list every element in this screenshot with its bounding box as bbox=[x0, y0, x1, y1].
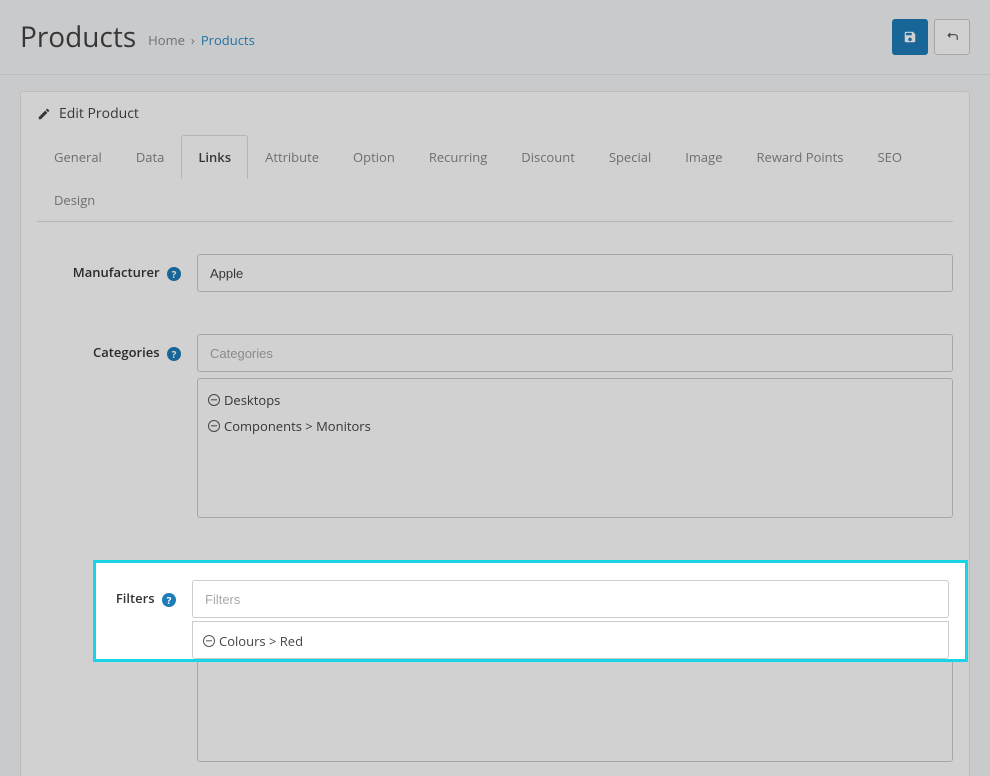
tab-links[interactable]: Links bbox=[181, 135, 248, 179]
list-item: Desktops bbox=[198, 387, 952, 413]
tab-attribute[interactable]: Attribute bbox=[248, 135, 336, 179]
save-icon bbox=[903, 30, 917, 44]
tab-data[interactable]: Data bbox=[119, 135, 182, 179]
tab-seo[interactable]: SEO bbox=[861, 135, 919, 179]
back-arrow-icon bbox=[945, 30, 959, 44]
tab-reward-points[interactable]: Reward Points bbox=[740, 135, 861, 179]
manufacturer-group: Manufacturer ? bbox=[37, 242, 953, 304]
categories-label: Categories ? bbox=[37, 334, 197, 518]
cancel-button[interactable] bbox=[934, 19, 970, 55]
remove-icon[interactable] bbox=[203, 635, 215, 647]
breadcrumb: Home › Products bbox=[148, 31, 255, 49]
panel-title: Edit Product bbox=[59, 104, 139, 123]
page-title: Products bbox=[20, 18, 136, 56]
categories-group: Categories ? Desktops Components > Monit… bbox=[37, 322, 953, 530]
tab-discount[interactable]: Discount bbox=[504, 135, 592, 179]
tab-recurring[interactable]: Recurring bbox=[412, 135, 504, 179]
tab-image[interactable]: Image bbox=[668, 135, 739, 179]
remove-icon[interactable] bbox=[208, 394, 220, 406]
page-header: Products Home › Products bbox=[0, 0, 990, 75]
help-icon[interactable]: ? bbox=[167, 347, 181, 361]
filters-label-overlay: Filters ? bbox=[96, 573, 192, 659]
breadcrumb-item-home[interactable]: Home bbox=[148, 31, 185, 49]
save-button[interactable] bbox=[892, 19, 928, 55]
filters-well-overlay: Colours > Red bbox=[192, 621, 949, 659]
help-icon[interactable]: ? bbox=[167, 267, 181, 281]
edit-product-panel: Edit Product General Data Links Attribut… bbox=[20, 91, 970, 776]
categories-input[interactable] bbox=[197, 334, 953, 372]
panel-body: General Data Links Attribute Option Recu… bbox=[21, 135, 969, 776]
list-item: Components > Monitors bbox=[198, 413, 952, 439]
category-item-label: Components > Monitors bbox=[224, 417, 371, 435]
tab-design[interactable]: Design bbox=[37, 178, 112, 222]
tab-special[interactable]: Special bbox=[592, 135, 668, 179]
remove-icon[interactable] bbox=[208, 420, 220, 432]
category-item-label: Desktops bbox=[224, 391, 280, 409]
filter-item-label: Colours > Red bbox=[219, 632, 303, 650]
list-item: Colours > Red bbox=[193, 628, 948, 654]
tab-general[interactable]: General bbox=[37, 135, 119, 179]
manufacturer-label: Manufacturer ? bbox=[37, 254, 197, 292]
categories-well: Desktops Components > Monitors bbox=[197, 378, 953, 518]
header-actions bbox=[892, 19, 970, 55]
manufacturer-input[interactable] bbox=[197, 254, 953, 292]
tab-option[interactable]: Option bbox=[336, 135, 412, 179]
filters-input-overlay[interactable] bbox=[192, 580, 949, 618]
panel-heading: Edit Product bbox=[21, 92, 969, 135]
pencil-icon bbox=[37, 107, 51, 121]
breadcrumb-item-products[interactable]: Products bbox=[201, 31, 255, 49]
filters-group-overlay: Filters ? Colours > Red bbox=[96, 563, 965, 659]
tabs: General Data Links Attribute Option Recu… bbox=[37, 135, 953, 222]
help-icon[interactable]: ? bbox=[162, 593, 176, 607]
